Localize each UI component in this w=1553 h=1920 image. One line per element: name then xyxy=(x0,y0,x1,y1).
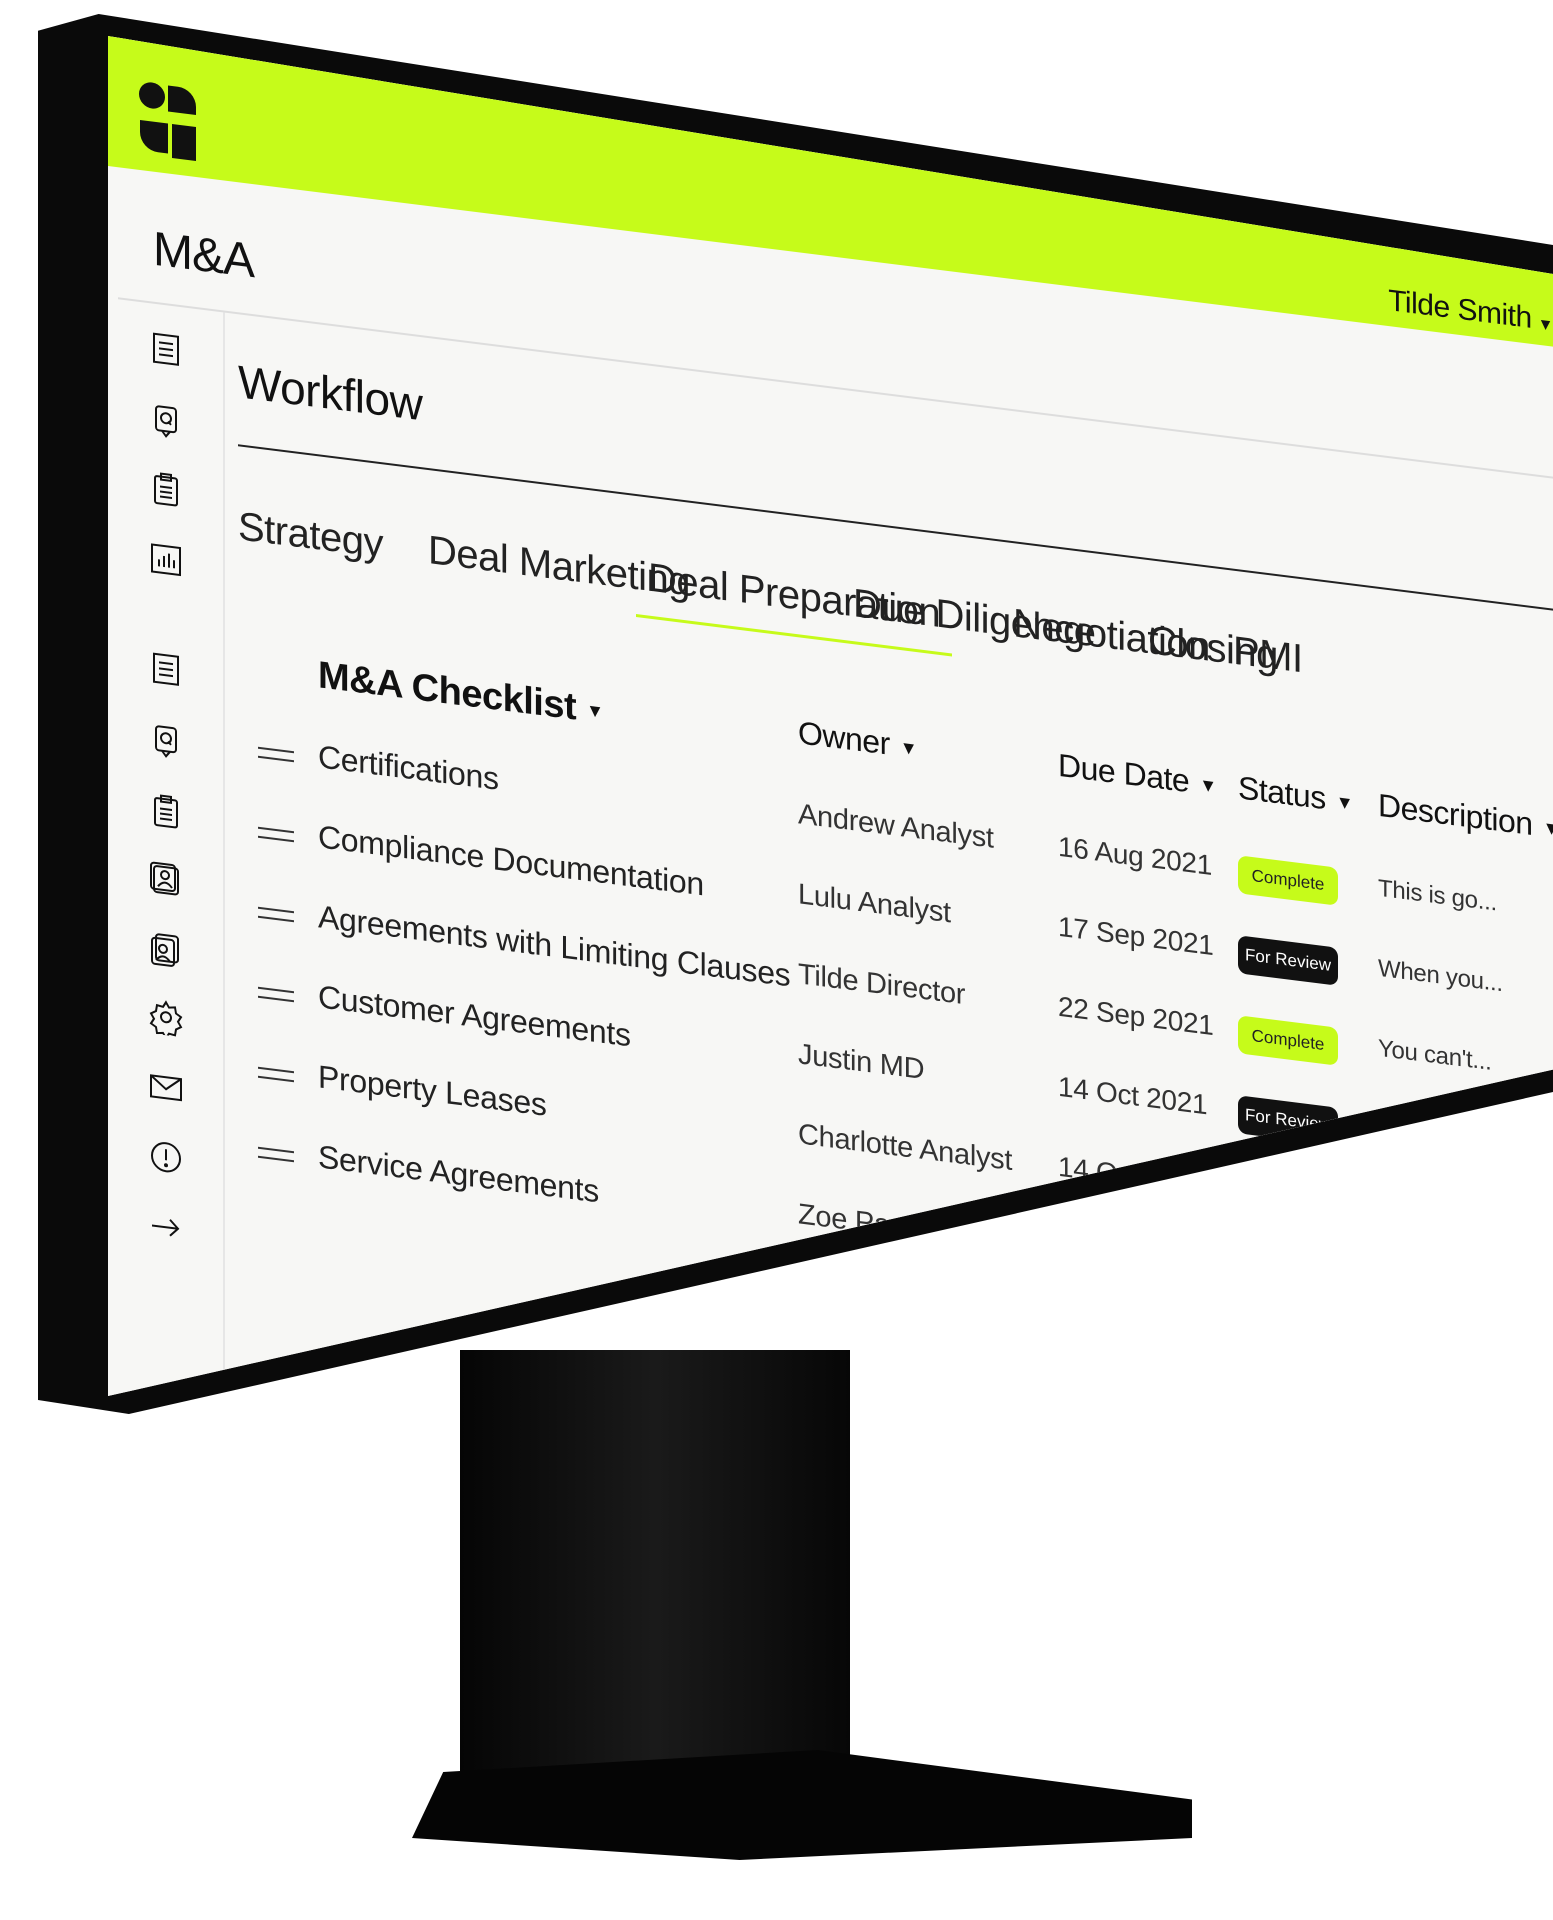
monitor-stand-neck xyxy=(460,1350,850,1780)
checklist-table: Certifications Andrew Analyst 16 Aug 2021 C… xyxy=(238,314,1553,1318)
description-cell: When you... xyxy=(1378,954,1503,998)
profile-card-icon[interactable] xyxy=(146,857,186,902)
description-cell: You can't... xyxy=(1378,1034,1492,1076)
status-badge[interactable]: Due Soon xyxy=(1238,1175,1338,1226)
column-header-label: Status xyxy=(1238,769,1326,817)
app-title: M&A xyxy=(153,222,255,289)
chevron-down-icon: ▼ xyxy=(1537,315,1553,335)
due-date-cell: 16 Aug 2021 xyxy=(1058,830,1212,881)
user-menu[interactable]: Tilde Smith ▼ xyxy=(1388,284,1553,339)
chevron-down-icon: ▼ xyxy=(899,737,918,760)
brand-logo-icon xyxy=(139,82,196,161)
owner-cell: Charlotte Analyst xyxy=(798,1118,1013,1178)
description-cell: Please ring a... xyxy=(1378,1194,1534,1242)
status-badge[interactable]: Complete xyxy=(1238,1015,1338,1066)
column-header-description[interactable]: Description ▼ xyxy=(1378,787,1553,847)
monitor: Tilde Smith ▼ M&A Workflow Strategy Deal M… xyxy=(0,0,1553,1920)
due-date-cell: 22 Sep 2021 xyxy=(1058,990,1214,1042)
contacts-icon[interactable] xyxy=(146,927,186,972)
app-window: Tilde Smith ▼ M&A Workflow Strategy Deal M… xyxy=(108,36,1553,1396)
arrow-right-icon[interactable] xyxy=(146,1205,186,1250)
drag-handle-icon[interactable] xyxy=(258,1146,294,1166)
user-name: Tilde Smith xyxy=(1388,284,1532,335)
tab-strategy[interactable]: Strategy xyxy=(238,504,383,567)
description-cell: This is go... xyxy=(1378,874,1497,917)
document-list-icon[interactable] xyxy=(146,327,186,372)
task-name[interactable]: Property Leases xyxy=(318,1058,547,1124)
task-name[interactable]: Service Agreements xyxy=(318,1138,599,1210)
clipboard-icon[interactable] xyxy=(146,467,186,512)
due-date-cell: 14 Oct 2021 xyxy=(1058,1070,1208,1121)
owner-cell: Lulu Analyst xyxy=(798,878,951,930)
column-header-owner[interactable]: Owner ▼ xyxy=(798,714,917,766)
quote-icon[interactable] xyxy=(146,399,186,444)
drag-handle-icon[interactable] xyxy=(258,746,294,766)
document-list-icon[interactable] xyxy=(146,647,186,692)
page-title: Workflow xyxy=(238,355,423,431)
status-badge[interactable]: Complete xyxy=(1238,855,1338,906)
column-header-due-date[interactable]: Due Date ▼ xyxy=(1058,747,1217,804)
drag-handle-icon[interactable] xyxy=(258,1066,294,1086)
column-header-label: Description xyxy=(1378,786,1533,843)
screen: Tilde Smith ▼ M&A Workflow Strategy Deal M… xyxy=(108,36,1553,1396)
owner-cell: Tilde Director xyxy=(798,958,966,1012)
column-header-label: Due Date xyxy=(1058,746,1190,800)
status-badge[interactable]: For Review xyxy=(1238,935,1338,986)
clipboard-icon[interactable] xyxy=(146,789,186,834)
top-bar: Tilde Smith ▼ xyxy=(108,36,1553,347)
column-header-status[interactable]: Status ▼ xyxy=(1238,769,1353,820)
tab-pmi[interactable]: PMI xyxy=(1233,629,1303,683)
owner-cell: Justin MD xyxy=(798,1038,925,1087)
alert-icon[interactable] xyxy=(146,1135,186,1180)
quote-icon[interactable] xyxy=(146,719,186,764)
owner-cell: Andrew Analyst xyxy=(798,798,994,855)
gear-icon[interactable] xyxy=(146,995,186,1040)
drag-handle-icon[interactable] xyxy=(258,826,294,846)
chevron-down-icon: ▼ xyxy=(1542,817,1553,840)
chevron-down-icon: ▼ xyxy=(586,700,604,723)
status-badge[interactable]: Due Soon xyxy=(1238,1255,1338,1306)
mail-icon[interactable] xyxy=(146,1065,186,1110)
sidebar xyxy=(118,299,225,1396)
description-cell: Give him a... xyxy=(1378,1274,1509,1319)
column-header-label: Owner xyxy=(798,714,890,762)
task-name[interactable]: Certifications xyxy=(318,738,499,798)
chart-icon[interactable] xyxy=(146,537,186,582)
chevron-down-icon: ▼ xyxy=(1199,774,1217,797)
drag-handle-icon[interactable] xyxy=(258,986,294,1006)
task-name[interactable]: Customer Agreements xyxy=(318,978,631,1054)
chevron-down-icon: ▼ xyxy=(1335,791,1354,814)
checklist-dropdown[interactable]: M&A Checklist ▼ xyxy=(318,654,603,733)
due-date-cell: 14 Oct 2021 xyxy=(1058,1230,1208,1281)
drag-handle-icon[interactable] xyxy=(258,906,294,926)
checklist-title: M&A Checklist xyxy=(318,654,577,729)
due-date-cell: 17 Sep 2021 xyxy=(1058,910,1214,962)
